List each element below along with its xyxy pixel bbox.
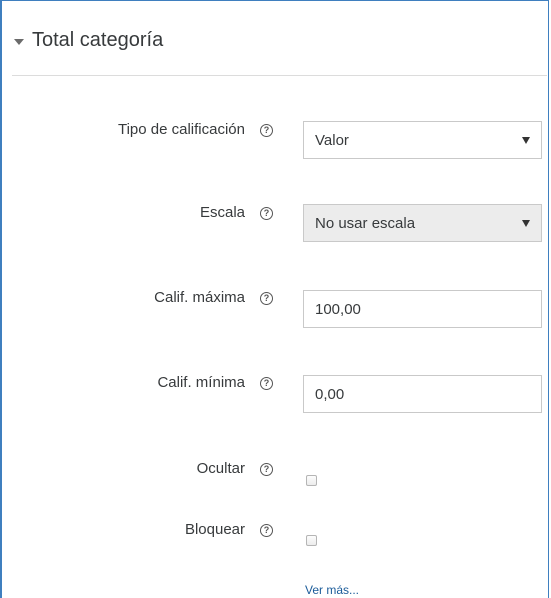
ocultar-checkbox[interactable] [306, 475, 317, 486]
bloquear-checkbox[interactable] [306, 535, 317, 546]
calif-maxima-value: 100,00 [315, 300, 361, 318]
escala-select[interactable]: No usar escala [303, 204, 542, 242]
section-divider [12, 75, 547, 76]
ver-mas-link[interactable]: Ver más... [305, 583, 359, 597]
dropdown-arrow-icon [522, 137, 530, 144]
calif-maxima-label: Calif. máxima [154, 289, 245, 306]
grade-category-panel: Total categoría Tipo de calificación ? V… [0, 0, 549, 598]
help-icon[interactable]: ? [260, 207, 273, 220]
help-icon[interactable]: ? [260, 463, 273, 476]
calif-minima-value: 0,00 [315, 385, 345, 403]
section-header-toggle[interactable]: Total categoría [14, 29, 163, 52]
calif-minima-input[interactable]: 0,00 [303, 375, 542, 413]
caret-down-icon [14, 38, 24, 45]
bloquear-label: Bloquear [184, 521, 245, 538]
help-icon[interactable]: ? [260, 524, 273, 537]
tipo-calificacion-select[interactable]: Valor [303, 121, 542, 159]
escala-value: No usar escala [315, 214, 416, 232]
calif-maxima-input[interactable]: 100,00 [303, 290, 542, 328]
dropdown-arrow-icon [522, 220, 530, 227]
section-title: Total categoría [32, 29, 164, 51]
ocultar-label: Ocultar [196, 460, 245, 477]
tipo-calificacion-value: Valor [315, 131, 349, 149]
escala-label: Escala [199, 204, 245, 221]
help-icon[interactable]: ? [260, 124, 273, 137]
tipo-calificacion-label: Tipo de calificación [117, 121, 245, 138]
calif-minima-label: Calif. mínima [157, 374, 245, 391]
help-icon[interactable]: ? [260, 292, 273, 305]
help-icon[interactable]: ? [260, 377, 273, 390]
